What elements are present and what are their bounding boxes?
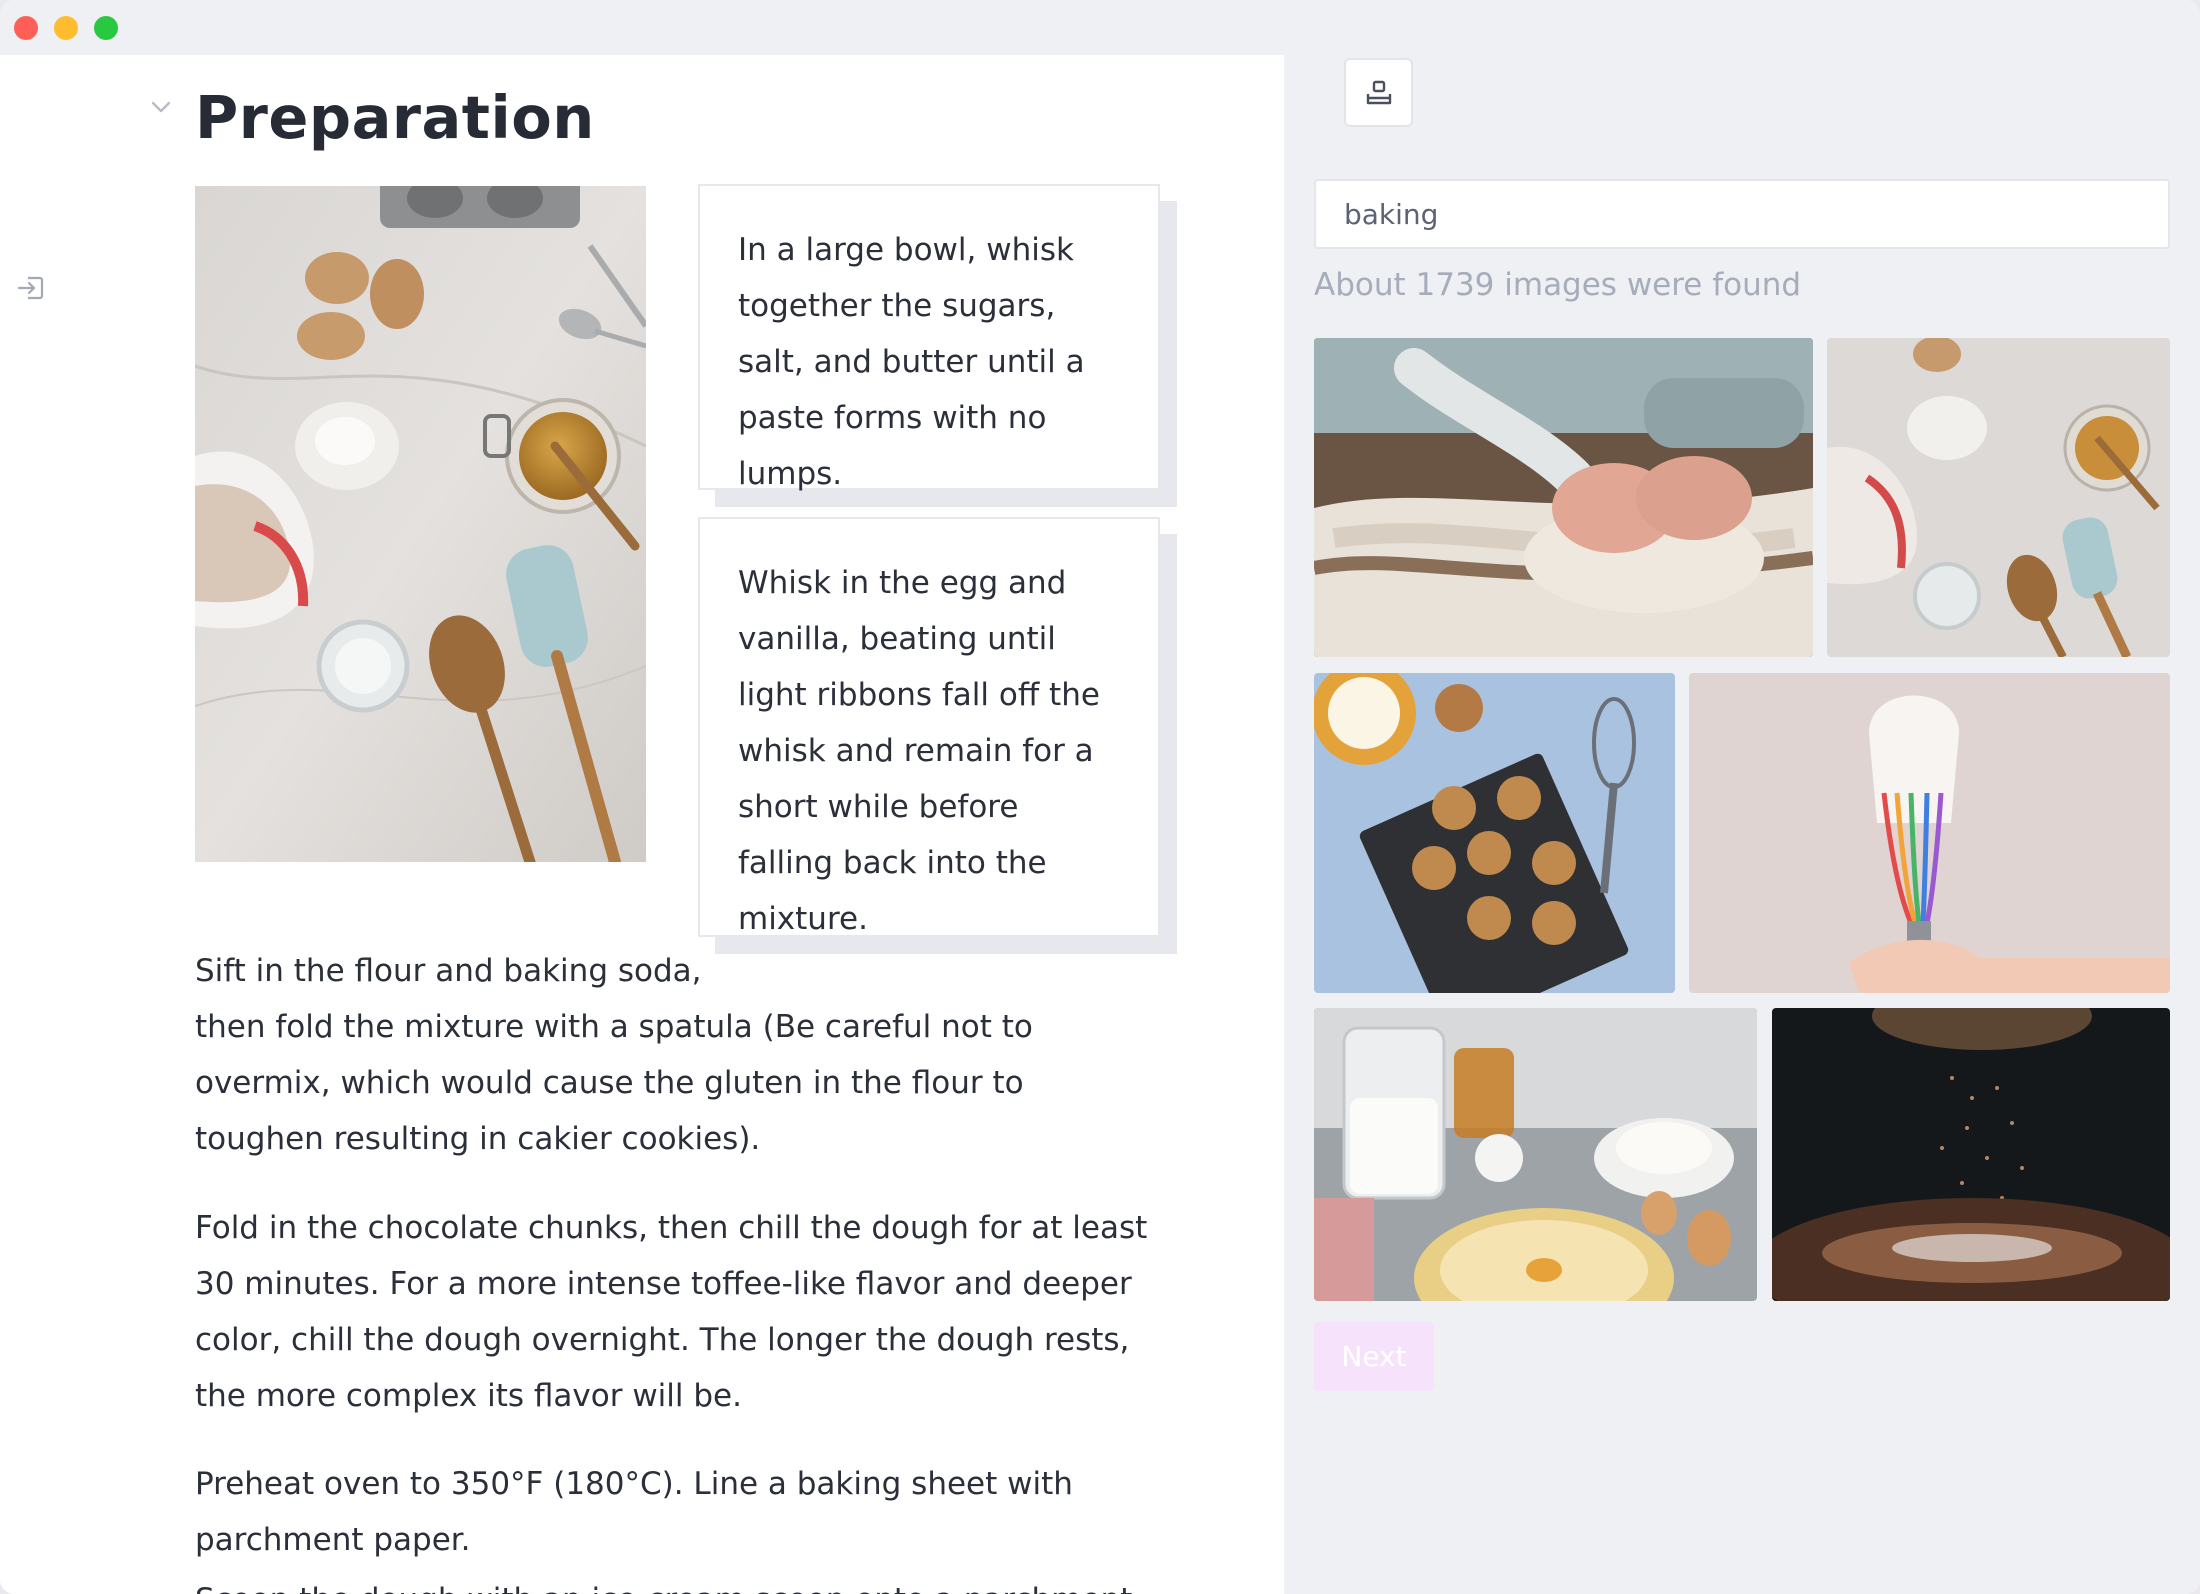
- chevron-down-icon[interactable]: [150, 99, 172, 115]
- search-result-image[interactable]: [1314, 673, 1675, 993]
- search-result-image[interactable]: [1689, 673, 2170, 993]
- search-result-image[interactable]: [1314, 1008, 1757, 1301]
- search-result-image[interactable]: [1827, 338, 2170, 657]
- card-text: Whisk in the egg and vanilla, beating un…: [738, 565, 1100, 937]
- instruction-card[interactable]: In a large bowl, whisk together the suga…: [698, 184, 1160, 492]
- body-paragraph[interactable]: Preheat oven to 350°F (180°C). Line a ba…: [195, 1456, 1155, 1568]
- title-bar: [0, 0, 2200, 55]
- instruction-card[interactable]: Whisk in the egg and vanilla, beating un…: [698, 517, 1160, 937]
- search-result-image[interactable]: [1314, 338, 1813, 657]
- app-window: Preparation In a large bowl, whisk toget…: [0, 0, 2200, 1594]
- sidebar-toggle-icon[interactable]: [16, 272, 48, 304]
- next-button[interactable]: Next: [1314, 1322, 1434, 1391]
- search-result-image[interactable]: [1772, 1008, 2170, 1301]
- image-search-input[interactable]: [1314, 179, 2170, 249]
- body-paragraph[interactable]: Sift in the flour and baking soda,: [195, 943, 1155, 999]
- body-paragraph[interactable]: Scoop the dough with an ice-cream scoop …: [195, 1572, 1155, 1594]
- close-window-button[interactable]: [14, 16, 38, 40]
- image-upload-icon: [1366, 80, 1391, 104]
- document-editor: Preparation In a large bowl, whisk toget…: [0, 55, 1284, 1594]
- hero-image[interactable]: [195, 186, 646, 862]
- card-text: In a large bowl, whisk together the suga…: [738, 232, 1085, 492]
- image-search-panel: About 1739 images were found: [1284, 55, 2200, 1594]
- result-count: About 1739 images were found: [1314, 267, 1802, 303]
- page-title[interactable]: Preparation: [195, 83, 595, 152]
- insert-image-button[interactable]: [1344, 58, 1413, 127]
- maximize-window-button[interactable]: [94, 16, 118, 40]
- body-paragraph[interactable]: then fold the mixture with a spatula (Be…: [195, 999, 1155, 1167]
- minimize-window-button[interactable]: [54, 16, 78, 40]
- body-paragraph[interactable]: Fold in the chocolate chunks, then chill…: [195, 1200, 1155, 1424]
